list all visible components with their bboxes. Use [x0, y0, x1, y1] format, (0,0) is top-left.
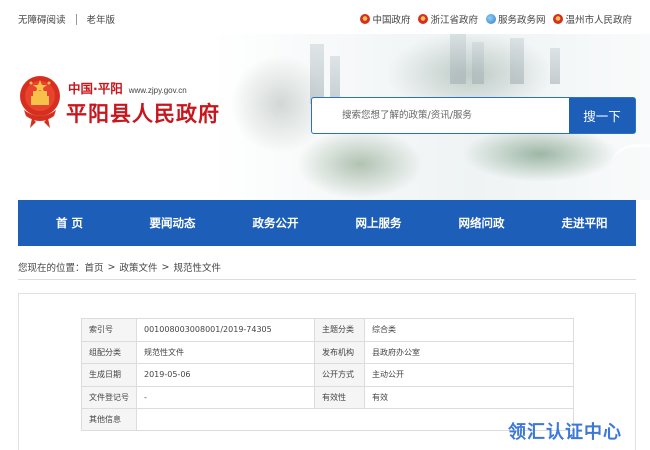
link-zhejiang-government[interactable]: 浙江省政府 [418, 12, 478, 26]
emblem-icon [360, 14, 371, 24]
link-central-government[interactable]: 中国政府 [360, 12, 410, 26]
header-banner: 中国·平阳 www.zjpy.gov.cn 平阳县人民政府 搜一下 [0, 34, 650, 200]
accessibility-reading-link[interactable]: 无障碍阅读 [18, 12, 66, 26]
link-label: 服务政务网 [497, 15, 546, 26]
nav-online-inquiry[interactable]: 网络问政 [430, 200, 533, 246]
meta-value: 综合类 [364, 318, 574, 342]
watermark-text: 领汇认证中心 [508, 422, 622, 443]
nav-home[interactable]: 首 页 [18, 200, 121, 246]
table-row: 生成日期 2019-05-06 公开方式 主动公开 [81, 363, 574, 387]
link-label: 浙江省政府 [430, 15, 478, 26]
meta-key: 生成日期 [81, 363, 137, 387]
link-label: 温州市人民政府 [565, 15, 632, 26]
meta-value: 县政府办公室 [364, 340, 574, 364]
meta-value: 2019-05-06 [136, 363, 315, 387]
search-input[interactable] [312, 98, 569, 133]
meta-value: 规范性文件 [136, 340, 315, 364]
meta-value: 主动公开 [364, 363, 574, 387]
meta-key: 文件登记号 [81, 385, 137, 409]
breadcrumb: 您现在的位置： 首页 > 政策文件 > 规范性文件 [18, 260, 221, 275]
meta-value: 有效 [364, 385, 574, 409]
site-title[interactable]: 平阳县人民政府 [66, 98, 220, 128]
meta-key: 其他信息 [81, 408, 137, 431]
meta-key: 索引号 [81, 318, 137, 342]
breadcrumb-separator: > [161, 261, 170, 273]
government-links: 中国政府 浙江省政府 服务政务网 温州市人民政府 [352, 12, 632, 26]
table-row: 文件登记号 - 有效性 有效 [81, 385, 574, 409]
table-row: 组配分类 规范性文件 发布机构 县政府办公室 [81, 340, 574, 364]
link-label: 中国政府 [372, 15, 411, 26]
meta-key: 主题分类 [314, 318, 365, 342]
meta-key: 组配分类 [81, 340, 137, 364]
meta-key: 公开方式 [314, 363, 365, 387]
search-box: 搜一下 [311, 97, 636, 134]
breadcrumb-home[interactable]: 首页 [85, 260, 104, 274]
document-metadata-table: 索引号 001008003008001/2019-74305 主题分类 综合类 … [81, 318, 574, 431]
breadcrumb-policy-docs[interactable]: 政策文件 [120, 260, 158, 274]
main-navigation: 首 页 要闻动态 政务公开 网上服务 网络问政 走进平阳 [18, 200, 636, 246]
link-wenzhou-government[interactable]: 温州市人民政府 [553, 12, 632, 26]
site-url: www.zjpy.gov.cn [128, 86, 187, 95]
national-emblem-icon [20, 76, 60, 128]
breadcrumb-divider [18, 279, 636, 280]
breadcrumb-normative-docs[interactable]: 规范性文件 [173, 260, 221, 274]
search-button[interactable]: 搜一下 [569, 98, 635, 133]
nav-about-pingyang[interactable]: 走进平阳 [533, 200, 636, 246]
emblem-icon [553, 14, 564, 24]
table-row: 其他信息 [81, 408, 574, 431]
site-region-line: 中国·平阳 www.zjpy.gov.cn [68, 78, 187, 97]
nav-online-services[interactable]: 网上服务 [327, 200, 430, 246]
globe-icon [485, 14, 496, 24]
accessibility-links: 无障碍阅读 老年版 [18, 12, 115, 26]
nav-news[interactable]: 要闻动态 [121, 200, 224, 246]
meta-key: 发布机构 [314, 340, 365, 364]
top-utility-bar: 无障碍阅读 老年版 中国政府 浙江省政府 服务政务网 温州市人民政府 [0, 0, 650, 34]
table-row: 索引号 001008003008001/2019-74305 主题分类 综合类 [81, 318, 574, 342]
divider [75, 13, 77, 25]
meta-key: 有效性 [314, 385, 365, 409]
meta-value: - [136, 385, 315, 409]
breadcrumb-separator: > [107, 261, 116, 273]
meta-value: 001008003008001/2019-74305 [136, 318, 315, 342]
elder-version-link[interactable]: 老年版 [87, 12, 116, 26]
region-label: 中国·平阳 [68, 81, 123, 96]
emblem-icon [418, 14, 429, 24]
breadcrumb-prefix: 您现在的位置： [18, 263, 85, 274]
nav-government-affairs[interactable]: 政务公开 [224, 200, 327, 246]
link-service-portal[interactable]: 服务政务网 [485, 12, 546, 26]
